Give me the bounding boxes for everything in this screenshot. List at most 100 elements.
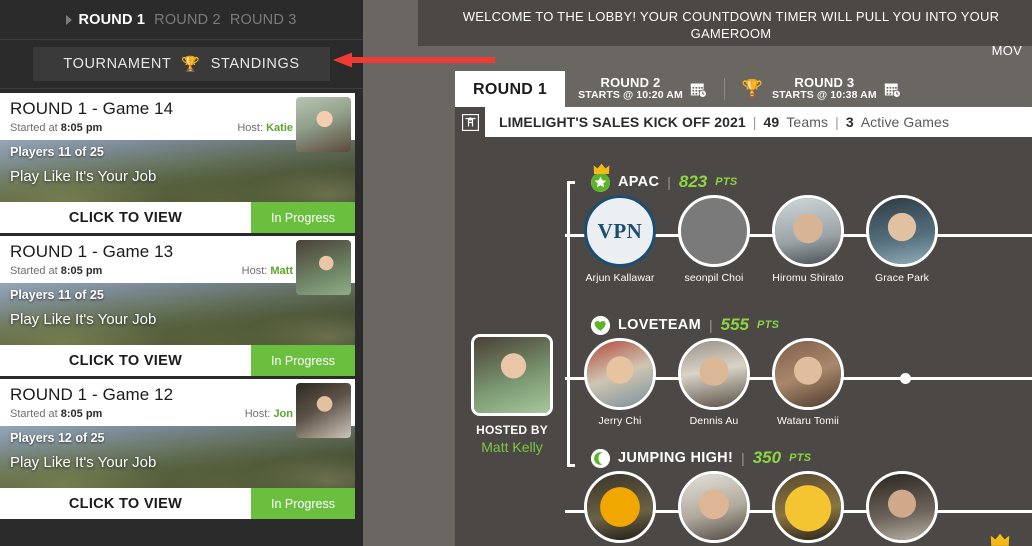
game-card-started: Started at 8:05 pm bbox=[10, 265, 345, 277]
tab-round-1[interactable]: ROUND 1 bbox=[455, 71, 566, 107]
tournament-label: TOURNAMENT bbox=[63, 56, 172, 72]
trophy-icon: 🏆 bbox=[181, 55, 201, 73]
hosted-by-label: HOSTED BY bbox=[476, 423, 548, 437]
player-avatar bbox=[584, 471, 656, 543]
host-prefix: Host: bbox=[244, 408, 274, 420]
player-avatar bbox=[772, 471, 844, 543]
player-avatar bbox=[678, 338, 750, 410]
active-games-count: 3 bbox=[845, 114, 854, 130]
player-node[interactable]: Maki Kimura bbox=[855, 471, 949, 546]
bracket-header: LIMELIGHT'S SALES KICK OFF 2021 | 49 Tea… bbox=[455, 107, 1032, 137]
player-avatar bbox=[772, 338, 844, 410]
host-name: Matt bbox=[270, 265, 293, 277]
team-points: 823 bbox=[678, 172, 708, 191]
click-to-view-button[interactable]: CLICK TO VIEW bbox=[0, 488, 251, 519]
team-points: 350 bbox=[752, 448, 782, 467]
host-avatar bbox=[296, 383, 351, 438]
banner-line-1: WELCOME TO THE LOBBY! YOUR COUNTDOWN TIM… bbox=[462, 9, 1000, 41]
team-row: APAC | 823 PTS VPN Arjun Kallawar seonpi… bbox=[565, 163, 1032, 289]
tab-round-2-time: STARTS @ 10:20 AM bbox=[578, 89, 683, 101]
sidebar-round-tab-2[interactable]: ROUND 2 bbox=[154, 12, 221, 28]
player-node[interactable]: Hiromu Shirato bbox=[761, 195, 855, 284]
game-card-footer: CLICK TO VIEW In Progress bbox=[0, 202, 355, 233]
tournament-standings-button[interactable]: TOURNAMENT 🏆 STANDINGS bbox=[33, 47, 330, 81]
click-to-view-button[interactable]: CLICK TO VIEW bbox=[0, 345, 251, 376]
tab-round-3-time: STARTS @ 10:38 AM bbox=[772, 89, 877, 101]
bracket-header-text: LIMELIGHT'S SALES KICK OFF 2021 | 49 Tea… bbox=[485, 114, 949, 130]
game-card-header: ROUND 1 - Game 13 Started at 8:05 pm Hos… bbox=[0, 236, 355, 295]
bracket-panel: LIMELIGHT'S SALES KICK OFF 2021 | 49 Tea… bbox=[455, 107, 1032, 546]
game-card-host: Host: Matt bbox=[242, 265, 293, 277]
status-badge: In Progress bbox=[251, 202, 355, 233]
bracket-body: HOSTED BY Matt Kelly APAC | 823 PTS VPN … bbox=[455, 137, 1032, 546]
game-card-footer: CLICK TO VIEW In Progress bbox=[0, 345, 355, 376]
game-card-started: Started at 8:05 pm bbox=[10, 122, 345, 134]
started-time: 8:05 pm bbox=[60, 122, 103, 134]
player-node[interactable]: Kenzo Suzuki bbox=[573, 471, 667, 546]
player-node[interactable]: Dennis Au bbox=[667, 338, 761, 427]
game-card-theme: Play Like It's Your Job bbox=[10, 311, 157, 328]
tournament-title: LIMELIGHT'S SALES KICK OFF 2021 bbox=[499, 114, 746, 130]
host-name: Katie bbox=[266, 122, 293, 134]
heart-badge-icon bbox=[591, 315, 610, 335]
crown-icon bbox=[990, 533, 1010, 546]
sidebar-round-nav: ROUND 1 ROUND 2 ROUND 3 bbox=[0, 0, 363, 40]
red-arrow-annotation bbox=[305, 51, 495, 69]
team-separator: | bbox=[667, 174, 671, 190]
team-header: LOVETEAM | 555 PTS bbox=[565, 314, 1032, 336]
player-name: Hiromu Shirato bbox=[772, 272, 844, 284]
team-points-label: PTS bbox=[715, 176, 738, 188]
started-prefix: Started at bbox=[10, 265, 61, 277]
game-card-theme: Play Like It's Your Job bbox=[10, 454, 157, 471]
player-node[interactable]: VPN Arjun Kallawar bbox=[573, 195, 667, 284]
team-name: LOVETEAM bbox=[618, 317, 701, 333]
player-node[interactable]: YaSushi Tsukamoto bbox=[667, 471, 761, 546]
game-card-title: ROUND 1 - Game 14 bbox=[10, 99, 174, 118]
tab-round-2[interactable]: ROUND 2 STARTS @ 10:20 AM bbox=[565, 71, 720, 107]
game-card-title: ROUND 1 - Game 13 bbox=[10, 242, 174, 261]
host-prefix: Host: bbox=[237, 122, 267, 134]
sidebar-round-tab-1[interactable]: ROUND 1 bbox=[78, 12, 145, 28]
tab-round-3[interactable]: 🏆 ROUND 3 STARTS @ 10:38 AM bbox=[729, 71, 914, 107]
team-players: Kenzo Suzuki YaSushi Tsukamoto Ray Kodam… bbox=[565, 471, 1032, 546]
player-name: Dennis Au bbox=[689, 415, 739, 427]
standings-label: STANDINGS bbox=[210, 56, 300, 72]
game-card-host: Host: Jon bbox=[245, 408, 293, 420]
round-tabs: ROUND 1 ROUND 2 STARTS @ 10:20 AM 🏆 ROUN… bbox=[455, 71, 914, 107]
team-points-label: PTS bbox=[789, 452, 812, 464]
player-avatar bbox=[772, 195, 844, 267]
player-node[interactable]: Grace Park bbox=[855, 195, 949, 284]
game-card[interactable]: ROUND 1 - Game 14 Started at 8:05 pm Hos… bbox=[0, 93, 355, 233]
connector-dot bbox=[900, 373, 911, 384]
team-header: JUMPING HIGH! | 350 PTS bbox=[565, 447, 1032, 469]
left-sidebar: ROUND 1 ROUND 2 ROUND 3 TOURNAMENT 🏆 STA… bbox=[0, 0, 363, 546]
game-card[interactable]: ROUND 1 - Game 13 Started at 8:05 pm Hos… bbox=[0, 236, 355, 376]
connector-trunk bbox=[567, 181, 570, 467]
bracket-icon bbox=[455, 107, 485, 137]
teams-label: Teams bbox=[786, 114, 829, 130]
calendar-clock-icon bbox=[884, 83, 901, 98]
player-node[interactable]: Wataru Tomii bbox=[761, 338, 855, 427]
banner-line-2: MOV bbox=[991, 43, 1022, 58]
player-node[interactable]: Jerry Chi bbox=[573, 338, 667, 427]
vpn-avatar: VPN bbox=[584, 195, 656, 267]
game-card[interactable]: ROUND 1 - Game 12 Started at 8:05 pm Hos… bbox=[0, 379, 355, 519]
host-name: Matt Kelly bbox=[481, 439, 543, 455]
calendar-clock-icon bbox=[690, 83, 707, 98]
header-separator-2: | bbox=[835, 114, 839, 130]
tab-divider bbox=[723, 78, 725, 100]
game-card-header: ROUND 1 - Game 14 Started at 8:05 pm Hos… bbox=[0, 93, 355, 152]
team-points: 555 bbox=[720, 315, 749, 334]
game-card-header: ROUND 1 - Game 12 Started at 8:05 pm Hos… bbox=[0, 379, 355, 438]
vpn-label: VPN bbox=[597, 218, 643, 243]
trophy-icon: 🏆 bbox=[741, 79, 763, 98]
player-avatar bbox=[866, 195, 938, 267]
sidebar-round-tab-3[interactable]: ROUND 3 bbox=[230, 12, 297, 28]
click-to-view-button[interactable]: CLICK TO VIEW bbox=[0, 202, 251, 233]
player-node[interactable]: seonpil Choi bbox=[667, 195, 761, 284]
game-card-theme: Play Like It's Your Job bbox=[10, 168, 157, 185]
game-card-host: Host: Katie bbox=[237, 122, 293, 134]
player-node[interactable]: Ray Kodama bbox=[761, 471, 855, 546]
team-players: Jerry Chi Dennis Au Wataru Tomii bbox=[565, 338, 1032, 432]
host-avatar bbox=[471, 334, 553, 416]
